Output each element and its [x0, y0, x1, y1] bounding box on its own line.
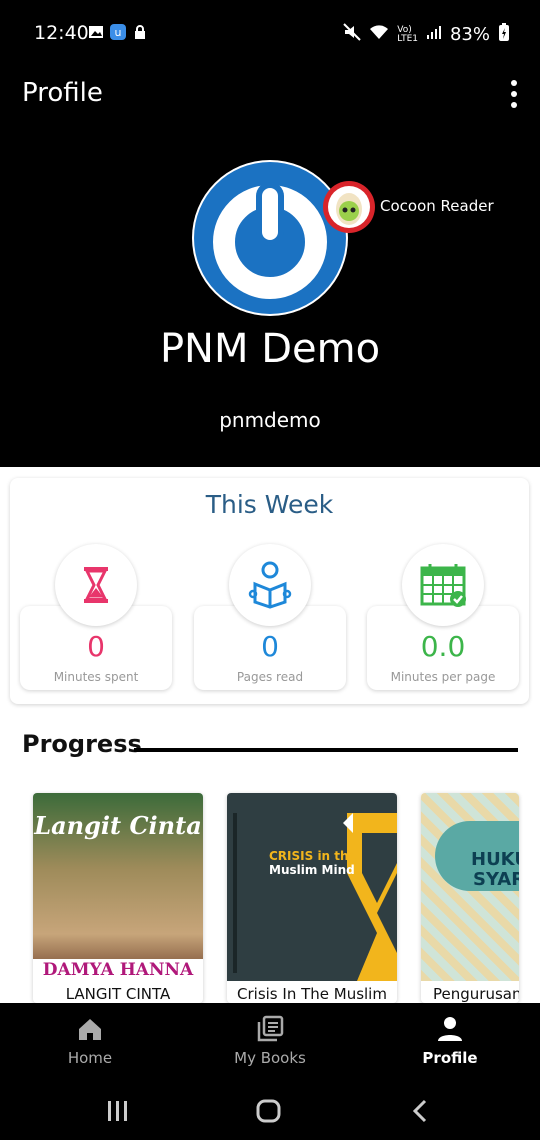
book-title: Crisis In The Muslim	[237, 985, 387, 1003]
book-cover: HUKUM SYARA	[421, 793, 519, 981]
cover-title: CRISIS in the	[269, 849, 357, 863]
book-cover: CRISIS in the Muslim Mind	[227, 793, 397, 981]
system-navigation	[0, 1091, 540, 1140]
signal-icon	[426, 24, 442, 45]
profile-header: Profile Cocoon Reader PNM Demo pnmdemo	[0, 64, 540, 467]
cover-title-line2: Muslim Mind	[269, 863, 355, 877]
bottom-navigation: Home My Books Profile	[0, 1003, 540, 1140]
calendar-icon	[402, 544, 484, 626]
book-title: Pengurusan	[433, 985, 519, 1003]
home-icon	[76, 1015, 104, 1043]
book-card-pengurusan[interactable]: HUKUM SYARA Pengurusan	[421, 793, 519, 1003]
tab-profile[interactable]: Profile	[360, 1015, 540, 1075]
this-week-card: This Week 0 Minutes spent 0 Pages read 0…	[10, 478, 529, 704]
pages-read-value: 0	[261, 630, 279, 663]
tab-profile-label: Profile	[422, 1049, 478, 1067]
book-cover: Langit Cinta DAMYA HANNA	[33, 793, 203, 981]
minutes-per-page-label: Minutes per page	[390, 670, 496, 684]
page-title: Profile	[22, 78, 103, 108]
cover-title-line2: SYARA	[473, 869, 519, 890]
reader-icon	[229, 544, 311, 626]
book-card-crisis-muslim[interactable]: CRISIS in the Muslim Mind Crisis In The …	[227, 793, 397, 1003]
battery-icon	[498, 22, 510, 47]
more-options-icon[interactable]	[510, 80, 518, 108]
cocoon-reader-badge-icon	[322, 180, 376, 234]
minutes-spent-value: 0	[87, 630, 105, 663]
profile-username: pnmdemo	[219, 408, 321, 432]
home-button-icon[interactable]	[256, 1099, 282, 1127]
profile-name: PNM Demo	[159, 326, 381, 372]
notification-icons: u	[88, 24, 148, 40]
tab-home[interactable]: Home	[0, 1015, 180, 1075]
volte-icon: Vo) LTE1	[397, 24, 418, 44]
image-icon	[88, 24, 104, 40]
book-card-langit-cinta[interactable]: Langit Cinta DAMYA HANNA LANGIT CINTA	[33, 793, 203, 1003]
cover-title: HUKUM	[471, 849, 519, 870]
badge-label: Cocoon Reader	[380, 197, 494, 215]
week-title: This Week	[205, 490, 334, 519]
battery-percent: 83%	[449, 24, 490, 45]
tab-my-books-label: My Books	[234, 1049, 306, 1067]
svg-text:u: u	[115, 26, 122, 39]
tab-home-label: Home	[67, 1049, 113, 1067]
recents-icon[interactable]	[106, 1099, 130, 1127]
hourglass-icon	[55, 544, 137, 626]
library-icon	[256, 1015, 284, 1043]
back-icon[interactable]	[410, 1099, 430, 1127]
minutes-per-page-value: 0.0	[420, 630, 466, 663]
progress-divider	[134, 748, 518, 752]
clock: 12:40	[34, 22, 89, 44]
person-icon	[436, 1015, 464, 1043]
book-title: LANGIT CINTA	[65, 985, 171, 1003]
cover-author: DAMYA HANNA	[33, 959, 203, 981]
app-icon: u	[110, 24, 126, 40]
status-bar: 12:40 u Vo) LTE1 83%	[0, 0, 540, 64]
progress-heading: Progress	[22, 730, 142, 758]
minutes-spent-label: Minutes spent	[53, 670, 139, 684]
tab-my-books[interactable]: My Books	[180, 1015, 360, 1075]
mute-icon	[343, 23, 362, 46]
status-right: Vo) LTE1 83%	[343, 22, 510, 47]
lock-icon	[132, 24, 148, 40]
cover-title: Langit Cinta	[34, 811, 202, 840]
pages-read-label: Pages read	[236, 670, 304, 684]
wifi-icon	[369, 23, 389, 46]
